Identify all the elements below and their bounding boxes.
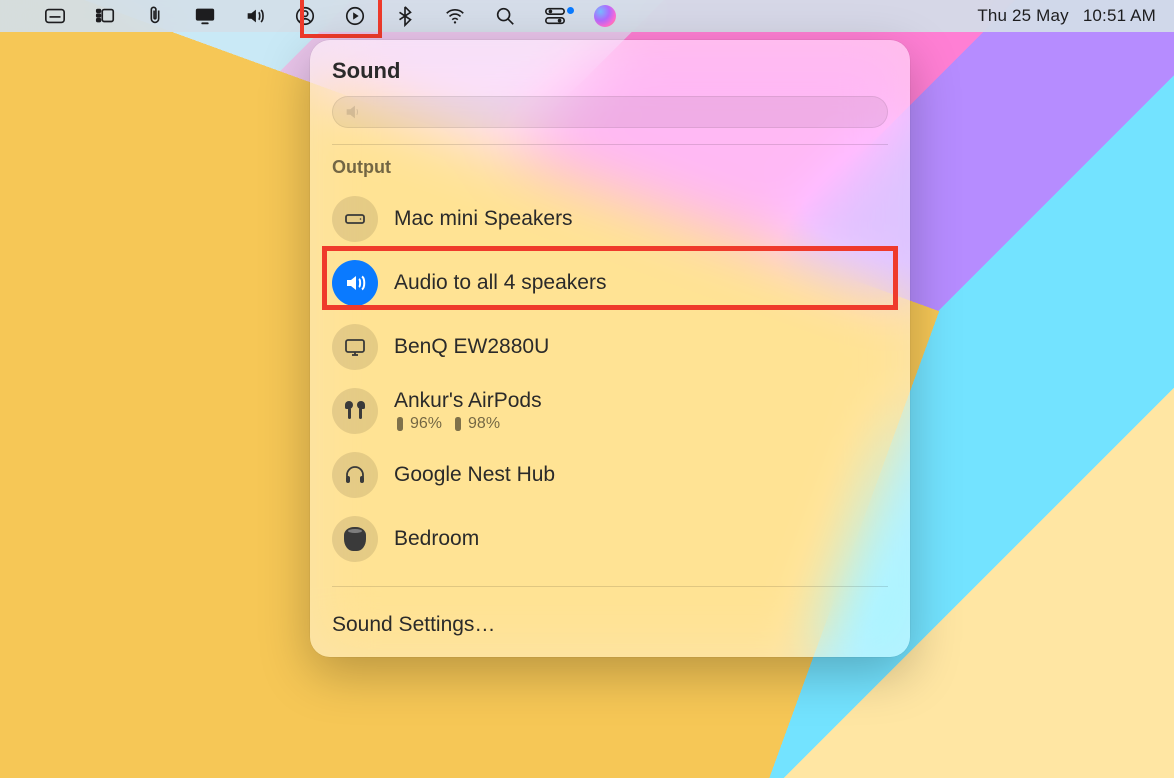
volume-slider[interactable] bbox=[332, 96, 888, 128]
control-center-icon[interactable] bbox=[544, 5, 566, 27]
bluetooth-icon[interactable] bbox=[394, 5, 416, 27]
menu-bar-date: Thu 25 May bbox=[977, 6, 1068, 26]
display-icon[interactable] bbox=[194, 5, 216, 27]
divider bbox=[332, 144, 888, 145]
attachment-icon[interactable] bbox=[144, 5, 166, 27]
device-label: Ankur's AirPods bbox=[394, 389, 542, 413]
sound-popover: Sound Output Mac mini Speakers Audio to … bbox=[310, 40, 910, 657]
device-label: BenQ EW2880U bbox=[394, 335, 549, 359]
stage-manager-icon[interactable] bbox=[94, 5, 116, 27]
menu-bar-time: 10:51 AM bbox=[1083, 6, 1156, 26]
airpods-battery: 96% 98% bbox=[394, 415, 542, 433]
keyboard-viewer-icon[interactable] bbox=[44, 5, 66, 27]
device-label: Google Nest Hub bbox=[394, 463, 555, 487]
wifi-icon[interactable] bbox=[444, 5, 466, 27]
output-heading: Output bbox=[332, 157, 888, 178]
sound-settings-link[interactable]: Sound Settings… bbox=[310, 599, 910, 649]
device-label: Mac mini Speakers bbox=[394, 207, 573, 231]
output-device-multi-output[interactable]: Audio to all 4 speakers bbox=[322, 252, 898, 314]
user-icon[interactable] bbox=[294, 5, 316, 27]
divider bbox=[332, 586, 888, 587]
output-device-bedroom[interactable]: Bedroom bbox=[322, 508, 898, 570]
menu-bar: Thu 25 May 10:51 AM bbox=[0, 0, 1174, 32]
headphones-icon bbox=[332, 452, 378, 498]
popover-title: Sound bbox=[332, 58, 888, 84]
output-device-benq[interactable]: BenQ EW2880U bbox=[322, 316, 898, 378]
output-device-mac-mini[interactable]: Mac mini Speakers bbox=[322, 188, 898, 250]
device-label: Audio to all 4 speakers bbox=[394, 271, 606, 295]
homepod-icon bbox=[332, 516, 378, 562]
now-playing-icon[interactable] bbox=[344, 5, 366, 27]
device-label: Bedroom bbox=[394, 527, 479, 551]
monitor-icon bbox=[332, 324, 378, 370]
sound-icon[interactable] bbox=[244, 5, 266, 27]
menu-bar-status-icons bbox=[44, 5, 616, 27]
mac-mini-icon bbox=[332, 196, 378, 242]
speaker-icon bbox=[332, 260, 378, 306]
menu-bar-clock[interactable]: Thu 25 May 10:51 AM bbox=[977, 6, 1156, 26]
spotlight-icon[interactable] bbox=[494, 5, 516, 27]
output-device-list: Mac mini Speakers Audio to all 4 speaker… bbox=[310, 188, 910, 570]
volume-low-icon bbox=[343, 101, 365, 123]
airpods-icon bbox=[332, 388, 378, 434]
output-device-airpods[interactable]: Ankur's AirPods 96% 98% bbox=[322, 380, 898, 442]
siri-icon[interactable] bbox=[594, 5, 616, 27]
output-device-nest-hub[interactable]: Google Nest Hub bbox=[322, 444, 898, 506]
